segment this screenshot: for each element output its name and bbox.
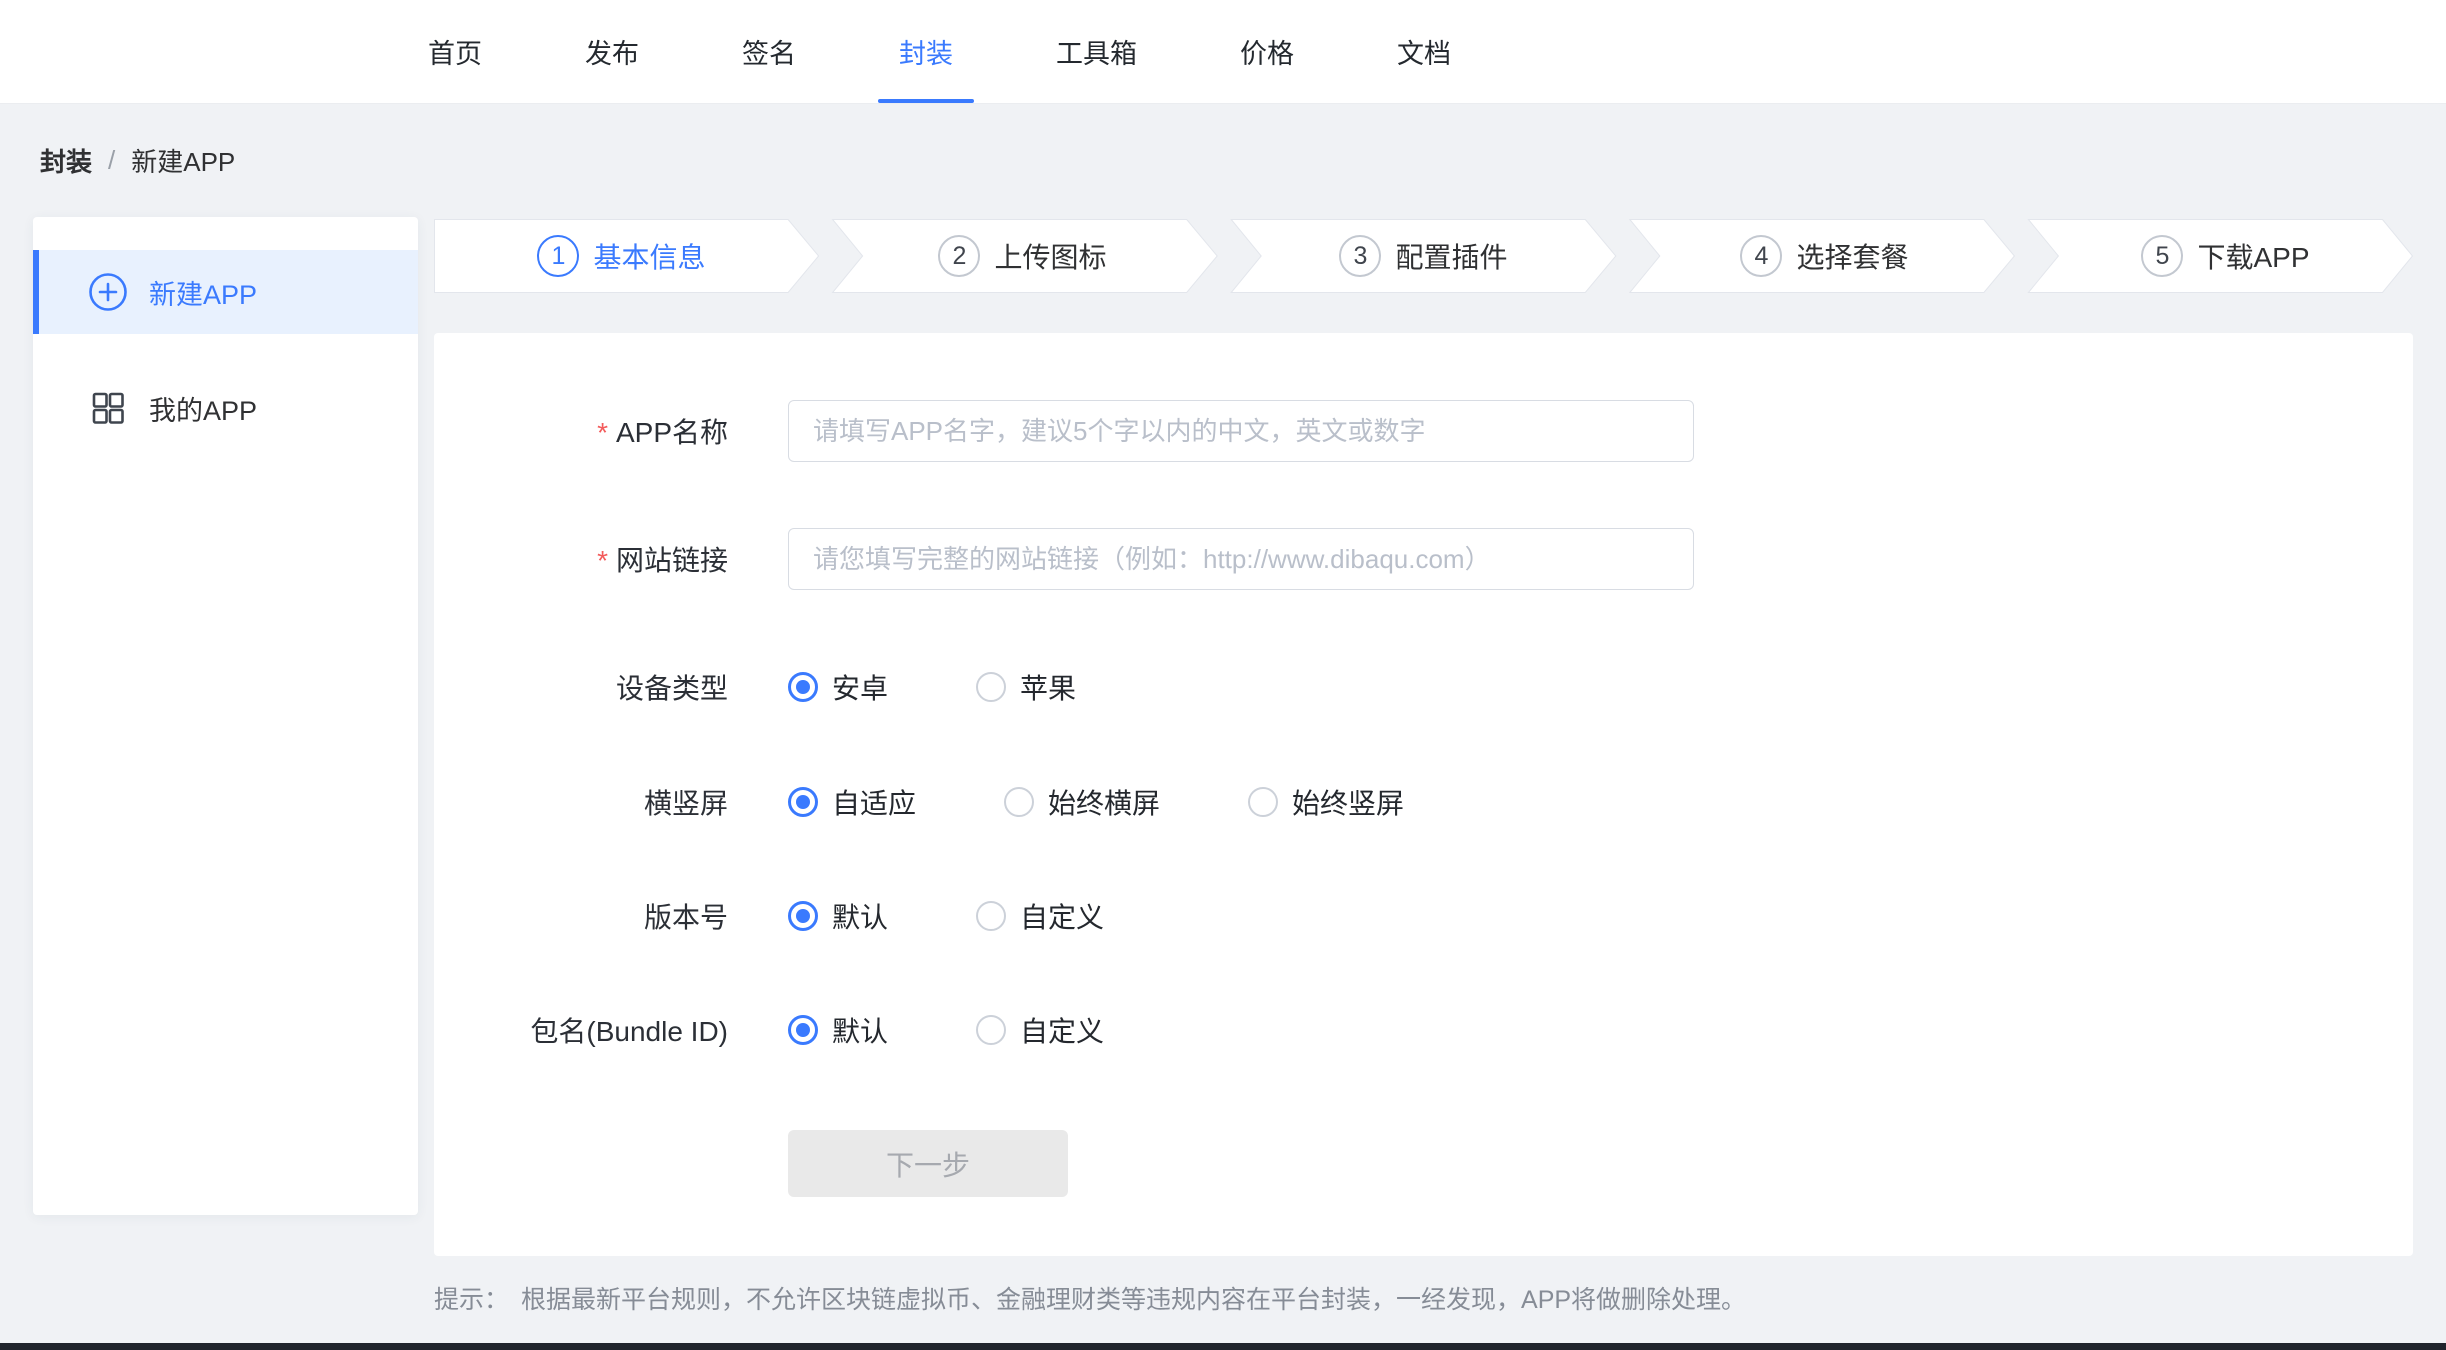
radio-always-landscape[interactable]: 始终横屏 bbox=[1004, 782, 1160, 822]
sidebar-item-new-app[interactable]: 新建APP bbox=[33, 250, 418, 334]
form-row-bundle-id: 包名(Bundle ID) 默认 自定义 bbox=[434, 1010, 2413, 1050]
sidebar-item-label: 我的APP bbox=[149, 389, 257, 428]
form-row-site-url: *网站链接 bbox=[434, 528, 2413, 590]
breadcrumb-separator: / bbox=[108, 145, 115, 176]
breadcrumb: 封装 / 新建APP bbox=[40, 142, 235, 179]
circle-plus-icon bbox=[87, 271, 129, 313]
device-type-label: 设备类型 bbox=[434, 667, 728, 707]
radio-bundle-custom[interactable]: 自定义 bbox=[976, 1010, 1104, 1050]
radio-version-default[interactable]: 默认 bbox=[788, 896, 888, 936]
nav-item-toolbox[interactable]: 工具箱 bbox=[1056, 0, 1137, 103]
step-label: 基本信息 bbox=[593, 236, 705, 276]
radio-unselected-icon bbox=[1004, 787, 1034, 817]
footer-strip bbox=[0, 1343, 2446, 1350]
orientation-label: 横竖屏 bbox=[434, 782, 728, 822]
radio-label: 自定义 bbox=[1020, 896, 1104, 936]
app-name-input[interactable] bbox=[788, 400, 1694, 462]
nav-item-sign[interactable]: 签名 bbox=[742, 0, 796, 103]
radio-version-custom[interactable]: 自定义 bbox=[976, 896, 1104, 936]
nav-item-home[interactable]: 首页 bbox=[428, 0, 482, 103]
radio-ios[interactable]: 苹果 bbox=[976, 667, 1076, 707]
form-card: *APP名称 *网站链接 设备类型 安卓 苹果 横竖屏 bbox=[434, 333, 2413, 1256]
step-number: 3 bbox=[1339, 235, 1381, 277]
radio-label: 自定义 bbox=[1020, 1010, 1104, 1050]
radio-unselected-icon bbox=[976, 1015, 1006, 1045]
step-2-upload-icon: 2 上传图标 bbox=[809, 219, 1210, 293]
radio-selected-icon bbox=[788, 787, 818, 817]
radio-bundle-default[interactable]: 默认 bbox=[788, 1010, 888, 1050]
step-1-basic-info: 1 基本信息 bbox=[434, 219, 809, 293]
radio-always-portrait[interactable]: 始终竖屏 bbox=[1248, 782, 1404, 822]
radio-label: 默认 bbox=[832, 1010, 888, 1050]
required-mark: * bbox=[597, 417, 608, 448]
nav-item-publish[interactable]: 发布 bbox=[585, 0, 639, 103]
step-label: 配置插件 bbox=[1395, 236, 1507, 276]
app-name-label: *APP名称 bbox=[434, 411, 728, 451]
sidebar: 新建APP 我的APP bbox=[33, 217, 418, 1215]
radio-android[interactable]: 安卓 bbox=[788, 667, 888, 707]
step-label: 上传图标 bbox=[994, 236, 1106, 276]
required-mark: * bbox=[597, 545, 608, 576]
next-step-button[interactable]: 下一步 bbox=[788, 1130, 1068, 1197]
radio-selected-icon bbox=[788, 1015, 818, 1045]
form-row-app-name: *APP名称 bbox=[434, 400, 2413, 462]
breadcrumb-section[interactable]: 封装 bbox=[40, 142, 92, 179]
step-number: 2 bbox=[938, 235, 980, 277]
radio-label: 默认 bbox=[832, 896, 888, 936]
bundle-id-label: 包名(Bundle ID) bbox=[434, 1010, 728, 1050]
tip-text: 根据最新平台规则，不允许区块链虚拟币、金融理财类等违规内容在平台封装，一经发现，… bbox=[521, 1280, 1746, 1316]
steps-bar: 1 基本信息 2 上传图标 3 配置插件 4 选择套餐 5 下载APP bbox=[434, 219, 2413, 293]
radio-selected-icon bbox=[788, 672, 818, 702]
nav-item-package[interactable]: 封装 bbox=[899, 0, 953, 103]
version-label: 版本号 bbox=[434, 896, 728, 936]
step-number: 5 bbox=[2141, 235, 2183, 277]
radio-auto-orientation[interactable]: 自适应 bbox=[788, 782, 916, 822]
sidebar-item-my-app[interactable]: 我的APP bbox=[33, 366, 418, 450]
site-url-input[interactable] bbox=[788, 528, 1694, 590]
step-number: 1 bbox=[537, 235, 579, 277]
radio-label: 始终竖屏 bbox=[1292, 782, 1404, 822]
radio-label: 安卓 bbox=[832, 667, 888, 707]
step-number: 4 bbox=[1740, 235, 1782, 277]
step-4-select-plan: 4 选择套餐 bbox=[1611, 219, 2012, 293]
tip-label: 提示： bbox=[434, 1280, 509, 1316]
radio-label: 自适应 bbox=[832, 782, 916, 822]
nav-item-pricing[interactable]: 价格 bbox=[1240, 0, 1294, 103]
form-row-orientation: 横竖屏 自适应 始终横屏 始终竖屏 bbox=[434, 782, 2413, 822]
step-3-configure-plugins: 3 配置插件 bbox=[1210, 219, 1611, 293]
nav-item-docs[interactable]: 文档 bbox=[1397, 0, 1451, 103]
step-label: 选择套餐 bbox=[1796, 236, 1908, 276]
platform-rule-tip: 提示： 根据最新平台规则，不允许区块链虚拟币、金融理财类等违规内容在平台封装，一… bbox=[434, 1280, 1746, 1316]
radio-label: 始终横屏 bbox=[1048, 782, 1160, 822]
breadcrumb-current: 新建APP bbox=[131, 142, 235, 179]
radio-unselected-icon bbox=[976, 901, 1006, 931]
radio-label: 苹果 bbox=[1020, 667, 1076, 707]
site-url-label: *网站链接 bbox=[434, 539, 728, 579]
step-label: 下载APP bbox=[2197, 236, 2309, 276]
radio-unselected-icon bbox=[976, 672, 1006, 702]
step-5-download-app: 5 下载APP bbox=[2012, 219, 2413, 293]
form-row-device-type: 设备类型 安卓 苹果 bbox=[434, 667, 2413, 707]
form-row-version: 版本号 默认 自定义 bbox=[434, 896, 2413, 936]
top-nav: 首页 发布 签名 封装 工具箱 价格 文档 bbox=[0, 0, 2446, 104]
grid-icon bbox=[87, 387, 129, 429]
radio-selected-icon bbox=[788, 901, 818, 931]
sidebar-item-label: 新建APP bbox=[149, 273, 257, 312]
radio-unselected-icon bbox=[1248, 787, 1278, 817]
